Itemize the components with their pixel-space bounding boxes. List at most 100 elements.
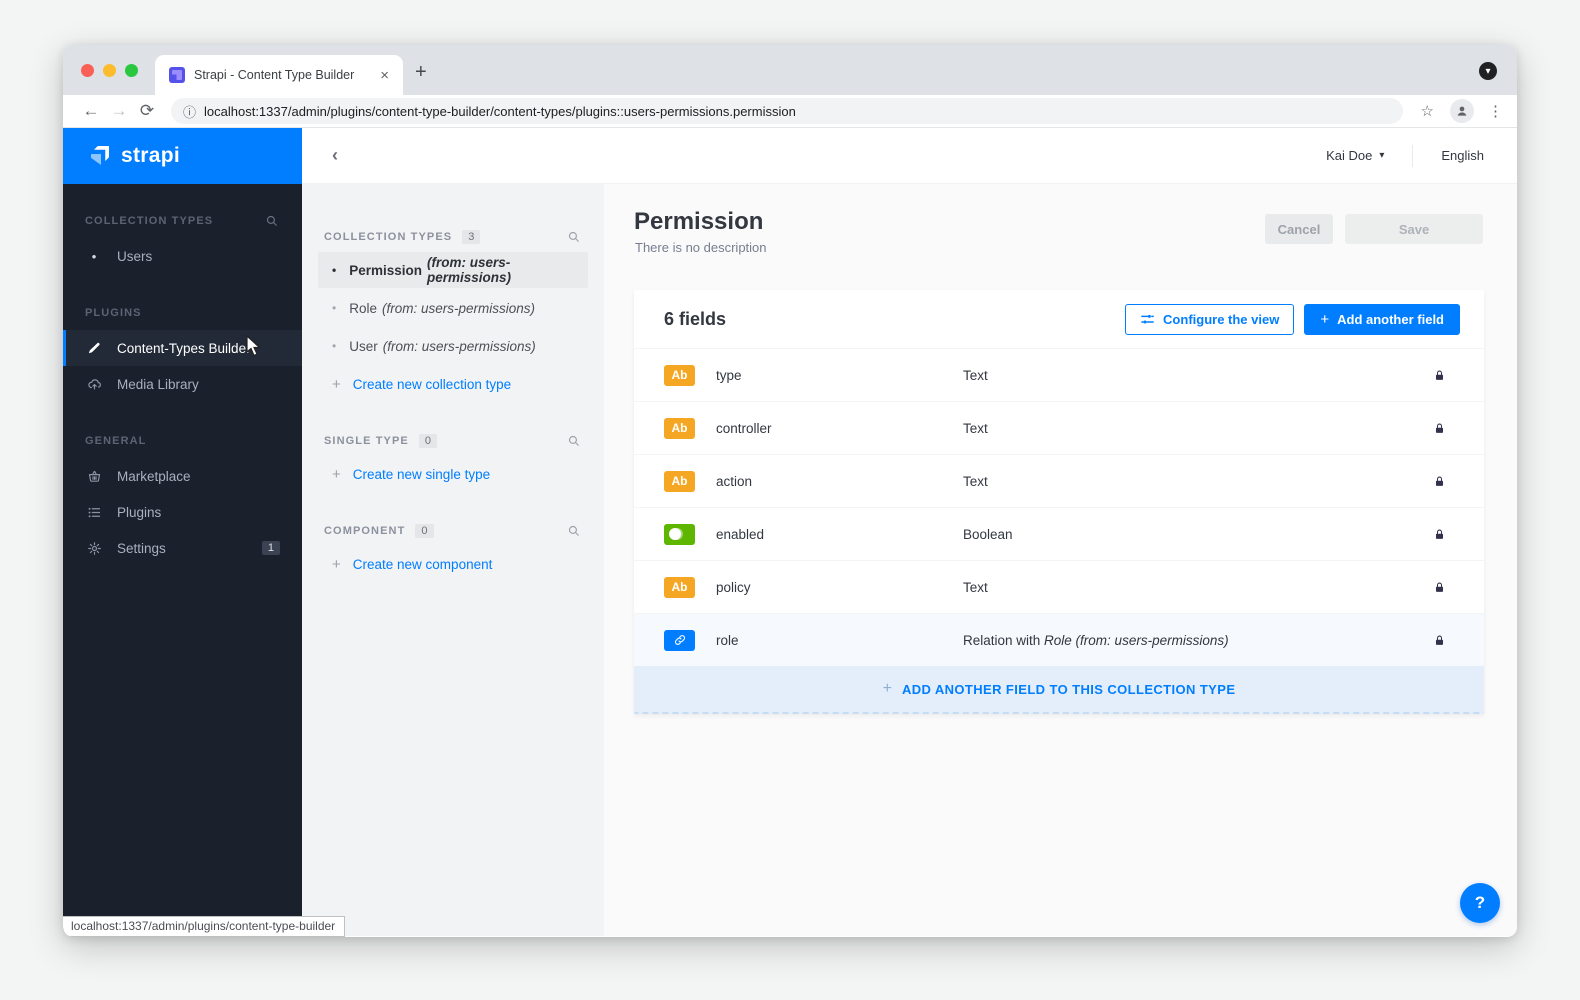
- field-row-role[interactable]: roleRelation with Role (from: users-perm…: [634, 613, 1484, 666]
- reload-button[interactable]: ⟳: [133, 101, 161, 121]
- language-switcher[interactable]: English: [1441, 148, 1484, 163]
- browser-tabstrip: Strapi - Content Type Builder × + ▾: [63, 45, 1517, 95]
- strapi-favicon: [169, 67, 185, 83]
- plus-icon: +: [332, 466, 341, 483]
- sliders-icon: [1140, 312, 1155, 327]
- sidebar-item-label: Media Library: [117, 377, 199, 392]
- field-row-action[interactable]: AbactionText: [634, 454, 1484, 507]
- user-menu[interactable]: Kai Doe ▾: [1326, 148, 1384, 163]
- create-link-label: Create new single type: [353, 467, 490, 482]
- create-link-create-new-component[interactable]: +Create new component: [318, 546, 588, 582]
- search-icon[interactable]: [567, 230, 582, 245]
- maximize-window-button[interactable]: [125, 64, 138, 77]
- search-icon[interactable]: [567, 434, 582, 449]
- create-link-label: Create new collection type: [353, 377, 511, 392]
- browser-toolbar: ← → ⟳ ⓘ localhost:1337/admin/plugins/con…: [63, 95, 1517, 128]
- mouse-cursor: [246, 335, 263, 357]
- field-row-enabled[interactable]: enabledBoolean: [634, 507, 1484, 560]
- close-window-button[interactable]: [81, 64, 94, 77]
- sidebar-section-label: GENERAL: [63, 424, 302, 458]
- field-type: Text: [963, 368, 1433, 383]
- subnav-item-user[interactable]: • User (from: users-permissions): [318, 328, 588, 364]
- browser-menu-icon[interactable]: ⋮: [1488, 102, 1503, 120]
- sidebar-item-label: Settings: [117, 541, 166, 556]
- address-bar[interactable]: ⓘ localhost:1337/admin/plugins/content-t…: [171, 98, 1403, 124]
- content-types-subnav: COLLECTION TYPES 3 • Permission (from: users…: [302, 184, 604, 936]
- site-info-icon[interactable]: ⓘ: [183, 102, 196, 121]
- sidebar-item-label: Content-Types Builder: [117, 341, 251, 356]
- content-type-origin: (from: users-permissions): [383, 339, 536, 354]
- sidebar-item-media-library[interactable]: Media Library: [63, 366, 302, 402]
- content-type-origin: (from: users-permissions): [382, 301, 535, 316]
- field-type: Relation with Role (from: users-permissi…: [963, 633, 1433, 648]
- sidebar-item-marketplace[interactable]: Marketplace: [63, 458, 302, 494]
- browser-tab[interactable]: Strapi - Content Type Builder ×: [155, 55, 403, 95]
- back-chevron-icon[interactable]: ‹: [332, 145, 338, 166]
- bullet-icon: •: [332, 263, 336, 277]
- bullet-icon: •: [332, 339, 336, 353]
- cancel-button[interactable]: Cancel: [1265, 214, 1333, 244]
- field-row-controller[interactable]: AbcontrollerText: [634, 401, 1484, 454]
- create-link-create-new-single-type[interactable]: + Create new single type: [318, 456, 588, 492]
- subnav-item-role[interactable]: •Role(from: users-permissions): [318, 290, 588, 326]
- subnav-item-permission[interactable]: • Permission (from: users-permissions): [318, 252, 588, 288]
- browser-window: Strapi - Content Type Builder × + ▾ ← → …: [63, 45, 1517, 937]
- url-text: localhost:1337/admin/plugins/content-typ…: [204, 104, 796, 119]
- list-icon: [85, 505, 103, 520]
- help-button[interactable]: ?: [1460, 883, 1500, 923]
- subnav-group-label: COLLECTION TYPES: [324, 231, 452, 243]
- fields-count: 6 fields: [664, 309, 726, 330]
- brush-icon: [85, 341, 103, 356]
- plus-icon: +: [883, 680, 892, 698]
- sidebar-item-settings[interactable]: Settings 1: [63, 530, 302, 566]
- browser-update-icon[interactable]: ▾: [1479, 62, 1497, 80]
- count-badge: 3: [462, 230, 480, 244]
- bookmark-star-icon[interactable]: ☆: [1421, 102, 1434, 120]
- cloud-upload-icon: [85, 377, 103, 392]
- lock-icon: [1433, 634, 1446, 647]
- header-divider: [1412, 145, 1413, 167]
- strapi-logo: strapi: [63, 128, 302, 184]
- lock-icon: [1433, 475, 1446, 488]
- person-icon: [1455, 104, 1469, 118]
- search-icon[interactable]: [567, 524, 582, 539]
- create-link-create-new-collection-type[interactable]: + Create new collection type: [318, 366, 588, 402]
- window-controls: [81, 64, 138, 77]
- create-link-label: Create new component: [353, 557, 493, 572]
- content-type-name: Permission: [349, 263, 422, 278]
- close-tab-icon[interactable]: ×: [376, 67, 393, 84]
- configure-view-button[interactable]: Configure the view: [1125, 304, 1294, 335]
- minimize-window-button[interactable]: [103, 64, 116, 77]
- sidebar-item-label: Users: [117, 249, 152, 264]
- new-tab-button[interactable]: +: [415, 62, 427, 82]
- sidebar-section-label: PLUGINS: [63, 296, 302, 330]
- app-header: strapi ‹ Kai Doe ▾ English: [63, 128, 1517, 184]
- sidebar-item-plugins[interactable]: Plugins: [63, 494, 302, 530]
- save-button[interactable]: Save: [1345, 214, 1483, 244]
- subnav-group-label: COMPONENT: [324, 525, 405, 537]
- add-field-footer-button[interactable]: + ADD ANOTHER FIELD TO THIS COLLECTION T…: [634, 666, 1484, 714]
- field-row-type[interactable]: AbtypeText: [634, 348, 1484, 401]
- sidebar-section-label: COLLECTION TYPES: [63, 204, 302, 238]
- browser-profile-avatar[interactable]: [1450, 99, 1474, 123]
- field-type-relation-target: Role (from: users-permissions): [1044, 633, 1229, 648]
- strapi-logo-text: strapi: [121, 144, 180, 168]
- page-subtitle: There is no description: [635, 240, 767, 255]
- basket-icon: [85, 469, 103, 484]
- boolean-field-type-icon: [664, 524, 695, 545]
- plus-icon: +: [332, 376, 341, 393]
- sidebar-item-content-types-builder[interactable]: Content-Types Builder: [63, 330, 302, 366]
- sidebar-item-label: Plugins: [117, 505, 161, 520]
- field-row-policy[interactable]: AbpolicyText: [634, 560, 1484, 613]
- count-badge: 0: [419, 434, 437, 448]
- page-title: Permission: [634, 208, 763, 236]
- sidebar-item-users[interactable]: •Users: [63, 238, 302, 274]
- search-icon[interactable]: [265, 214, 280, 229]
- content-type-name: User: [349, 339, 378, 354]
- notification-badge: 1: [262, 541, 280, 555]
- app-sidebar: COLLECTION TYPES•Users PLUGINS Content-Typ…: [63, 184, 302, 936]
- forward-button[interactable]: →: [105, 101, 133, 121]
- add-another-field-button[interactable]: + Add another field: [1304, 304, 1460, 335]
- back-button[interactable]: ←: [77, 101, 105, 121]
- content-type-origin: (from: users-permissions): [427, 255, 574, 285]
